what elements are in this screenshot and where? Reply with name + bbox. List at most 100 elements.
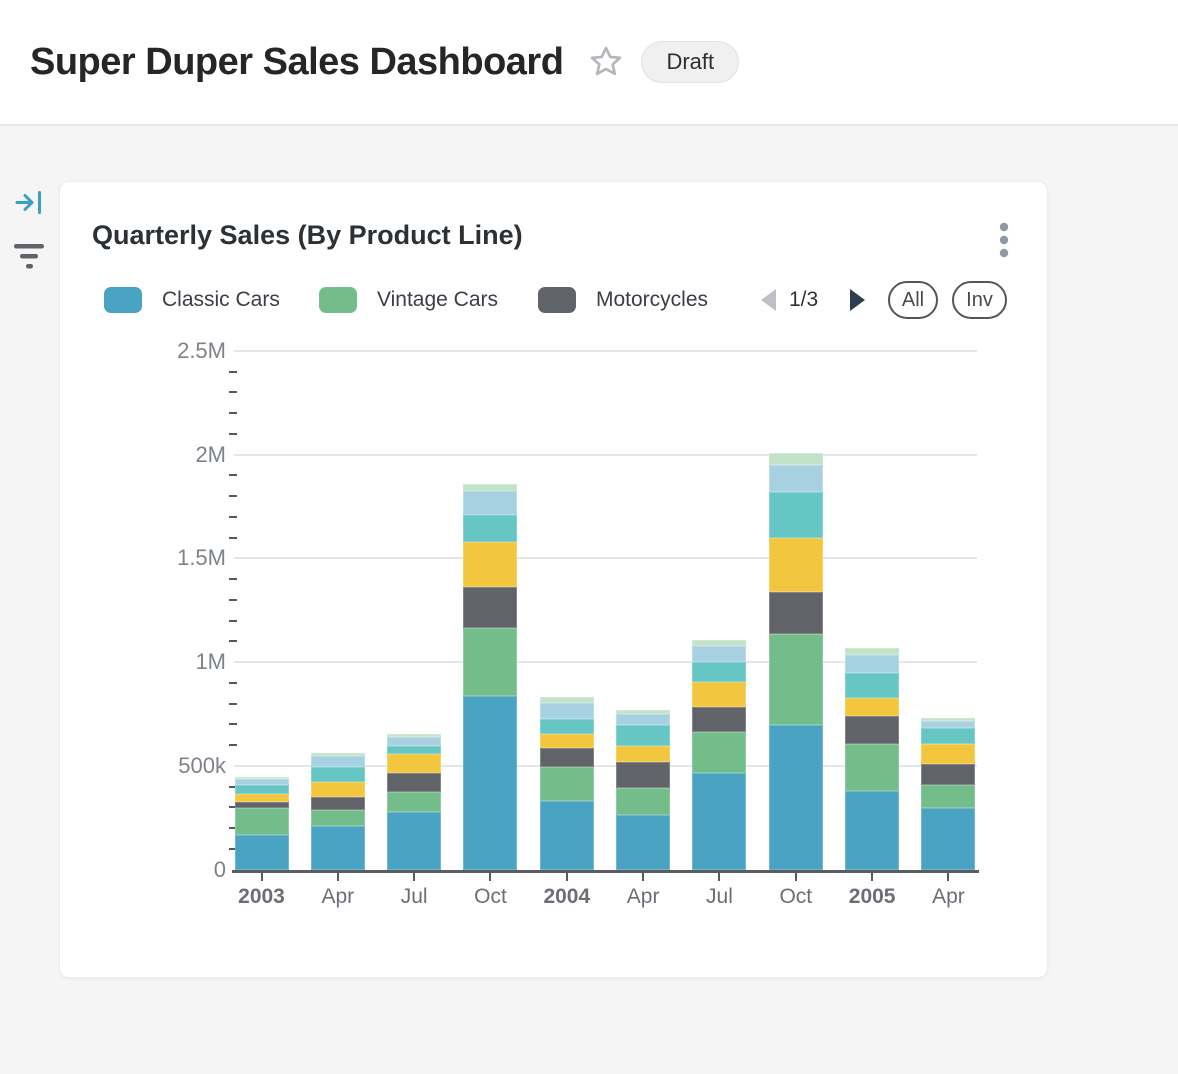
bar-segment-classic-cars-2005-8[interactable] [845,791,899,870]
bar-segment-unlabeled-teal-legend-page-2-2003-0[interactable] [235,785,289,794]
bar-segment-unlabeled-yellow-legend-page-2-2003-0[interactable] [235,794,289,802]
bar-segment-motorcycles-2003-0[interactable] [235,802,289,809]
bar-segment-unlabeled-teal-legend-page-2-apr-5[interactable] [616,725,670,746]
bar-segment-unlabeled-light-blue-legend-page-2-oct-7[interactable] [769,465,823,492]
bar-segment-unlabeled-pale-green-legend-page-3-apr-9[interactable] [921,718,975,721]
y-axis-minor-tick [229,537,237,539]
bar-segment-classic-cars-oct-7[interactable] [769,725,823,869]
bar-segment-unlabeled-pale-green-legend-page-3-2004-4[interactable] [540,697,594,703]
bar-segment-unlabeled-yellow-legend-page-2-oct-3[interactable] [463,542,517,587]
bar-segment-unlabeled-light-blue-legend-page-2-2004-4[interactable] [540,703,594,719]
y-axis-minor-tick [229,620,237,622]
bar-segment-unlabeled-pale-green-legend-page-3-apr-5[interactable] [616,710,670,714]
y-gridline [234,557,977,559]
bar-segment-unlabeled-teal-legend-page-2-apr-1[interactable] [311,767,365,781]
bar-segment-unlabeled-teal-legend-page-2-oct-3[interactable] [463,515,517,542]
bar-segment-vintage-cars-2005-8[interactable] [845,744,899,790]
bar-segment-unlabeled-teal-legend-page-2-jul-6[interactable] [692,662,746,683]
y-axis-minor-tick [229,682,237,684]
bar-segment-unlabeled-yellow-legend-page-2-apr-1[interactable] [311,782,365,797]
bar-segment-unlabeled-light-blue-legend-page-2-2005-8[interactable] [845,655,899,672]
y-gridline [234,454,977,456]
bar-segment-classic-cars-apr-5[interactable] [616,815,670,870]
bar-segment-unlabeled-light-blue-legend-page-2-apr-1[interactable] [311,756,365,767]
collapse-panel-icon[interactable] [14,189,44,221]
bar-segment-unlabeled-yellow-legend-page-2-2005-8[interactable] [845,698,899,716]
y-axis-tick-label: 500k [156,753,226,779]
bar-segment-unlabeled-teal-legend-page-2-2005-8[interactable] [845,673,899,698]
bar-segment-vintage-cars-2003-0[interactable] [235,808,289,835]
bar-segment-unlabeled-yellow-legend-page-2-2004-4[interactable] [540,734,594,748]
bar-segment-unlabeled-teal-legend-page-2-2004-4[interactable] [540,719,594,734]
bar-segment-vintage-cars-2004-4[interactable] [540,767,594,800]
bar-segment-vintage-cars-apr-5[interactable] [616,788,670,815]
bar-segment-unlabeled-teal-legend-page-2-apr-9[interactable] [921,728,975,744]
favorite-star-icon[interactable] [587,43,625,81]
bar-segment-unlabeled-yellow-legend-page-2-apr-5[interactable] [616,746,670,762]
x-axis-line [232,870,979,873]
y-axis-minor-tick [229,640,237,642]
bar-segment-classic-cars-2004-4[interactable] [540,801,594,870]
bar-segment-unlabeled-yellow-legend-page-2-jul-2[interactable] [387,754,441,772]
bar-segment-motorcycles-apr-1[interactable] [311,797,365,810]
bar-segment-unlabeled-yellow-legend-page-2-apr-9[interactable] [921,744,975,764]
bar-segment-motorcycles-jul-6[interactable] [692,707,746,732]
y-axis-tick-label: 1M [156,649,226,675]
bar-segment-motorcycles-2004-4[interactable] [540,748,594,767]
bar-segment-vintage-cars-jul-6[interactable] [692,732,746,773]
bar-segment-vintage-cars-oct-7[interactable] [769,634,823,726]
bar-segment-classic-cars-apr-1[interactable] [311,826,365,869]
bar-segment-vintage-cars-oct-3[interactable] [463,628,517,697]
y-axis-minor-tick [229,744,237,746]
app-header: Super Duper Sales Dashboard Draft [0,0,1178,126]
y-axis-minor-tick [229,433,237,435]
bar-segment-motorcycles-oct-3[interactable] [463,587,517,628]
filter-icon[interactable] [13,242,45,277]
bar-segment-unlabeled-light-blue-legend-page-2-apr-9[interactable] [921,721,975,728]
bar-segment-unlabeled-yellow-legend-page-2-oct-7[interactable] [769,538,823,592]
bar-segment-unlabeled-pale-green-legend-page-3-oct-3[interactable] [463,484,517,491]
bar-segment-classic-cars-jul-2[interactable] [387,812,441,870]
bar-segment-unlabeled-pale-green-legend-page-3-jul-6[interactable] [692,640,746,646]
bar-segment-unlabeled-light-blue-legend-page-2-2003-0[interactable] [235,779,289,785]
bar-segment-unlabeled-light-blue-legend-page-2-apr-5[interactable] [616,714,670,724]
bar-segment-motorcycles-apr-5[interactable] [616,762,670,788]
y-axis-tick-label: 0 [156,857,226,883]
bar-segment-unlabeled-pale-green-legend-page-3-jul-2[interactable] [387,734,441,737]
stacked-bar-chart: 0500k1M1.5M2M2.5M2003AprJulOct2004AprJul… [60,182,1049,979]
bar-segment-classic-cars-apr-9[interactable] [921,808,975,869]
y-axis-minor-tick [229,516,237,518]
x-axis-tick [337,873,339,881]
bar-segment-unlabeled-pale-green-legend-page-3-apr-1[interactable] [311,753,365,756]
y-axis-minor-tick [229,412,237,414]
bar-segment-unlabeled-light-blue-legend-page-2-jul-2[interactable] [387,737,441,746]
bar-segment-vintage-cars-apr-1[interactable] [311,810,365,827]
bar-segment-unlabeled-light-blue-legend-page-2-jul-6[interactable] [692,646,746,662]
bar-segment-motorcycles-apr-9[interactable] [921,764,975,785]
bar-segment-unlabeled-teal-legend-page-2-oct-7[interactable] [769,492,823,538]
x-axis-tick [718,873,720,881]
bar-segment-motorcycles-2005-8[interactable] [845,716,899,745]
bar-segment-unlabeled-light-blue-legend-page-2-oct-3[interactable] [463,491,517,515]
x-axis-category-label: Apr [903,885,993,909]
bar-segment-unlabeled-pale-green-legend-page-3-2005-8[interactable] [845,648,899,655]
bar-segment-unlabeled-teal-legend-page-2-jul-2[interactable] [387,746,441,754]
page-title: Super Duper Sales Dashboard [30,41,563,84]
bar-segment-classic-cars-oct-3[interactable] [463,696,517,869]
bar-segment-classic-cars-2003-0[interactable] [235,835,289,870]
bar-segment-classic-cars-jul-6[interactable] [692,773,746,869]
y-axis-minor-tick [229,703,237,705]
x-axis-tick [642,873,644,881]
y-axis-minor-tick [229,391,237,393]
x-axis-tick [489,873,491,881]
status-badge[interactable]: Draft [641,41,739,83]
bar-segment-motorcycles-oct-7[interactable] [769,592,823,633]
bar-segment-unlabeled-pale-green-legend-page-3-2003-0[interactable] [235,777,289,779]
bar-segment-motorcycles-jul-2[interactable] [387,773,441,792]
bar-segment-unlabeled-pale-green-legend-page-3-oct-7[interactable] [769,453,823,465]
chart-widget-card: Quarterly Sales (By Product Line) Classi… [59,181,1048,978]
bar-segment-vintage-cars-apr-9[interactable] [921,785,975,808]
bar-segment-vintage-cars-jul-2[interactable] [387,792,441,812]
bar-segment-unlabeled-yellow-legend-page-2-jul-6[interactable] [692,682,746,707]
y-axis-tick-label: 2M [156,442,226,468]
